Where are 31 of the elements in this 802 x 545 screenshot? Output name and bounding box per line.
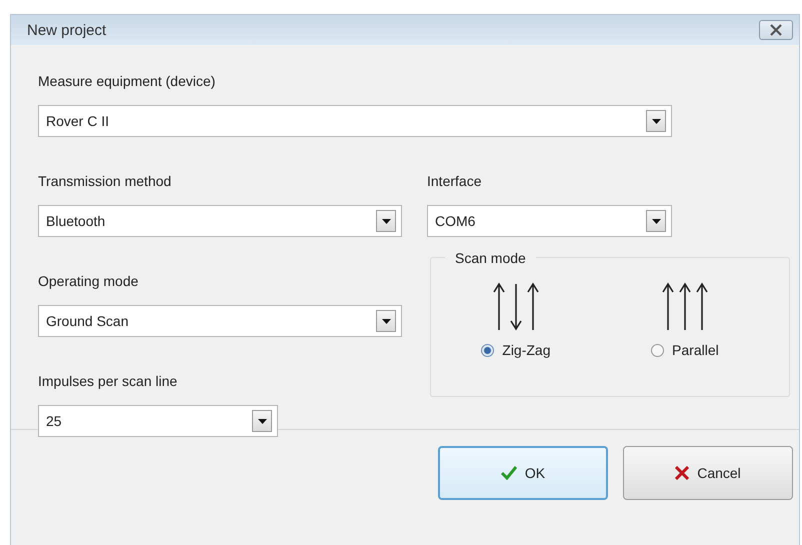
parallel-arrows-icon — [660, 282, 710, 332]
ok-button[interactable]: OK — [438, 446, 608, 500]
cancel-button[interactable]: Cancel — [623, 446, 793, 500]
field-label: Interface — [427, 172, 482, 191]
field-label: Impulses per scan line — [38, 372, 178, 391]
field-label: Operating mode — [38, 272, 140, 291]
scan-mode-radio[interactable]: Parallel — [651, 342, 719, 358]
scan-mode-radio[interactable]: Zig-Zag — [481, 342, 550, 358]
dropdown-button[interactable] — [646, 110, 666, 132]
cross-icon — [675, 466, 690, 480]
window-title: New project — [27, 22, 106, 38]
close-button[interactable] — [759, 20, 793, 40]
caret-icon — [652, 218, 660, 224]
transmission-dropdown[interactable]: Bluetooth — [38, 205, 402, 237]
check-icon — [500, 466, 517, 480]
caret-icon — [652, 118, 660, 124]
zigzag-arrows-icon — [490, 282, 541, 332]
caret-icon — [382, 318, 390, 324]
close-icon — [769, 24, 783, 36]
mode-dropdown[interactable]: Ground Scan — [38, 305, 402, 337]
field-label: Measure equipment (device) — [38, 72, 216, 91]
caret-icon — [258, 418, 266, 424]
dropdown-button[interactable] — [376, 210, 396, 232]
dropdown-button[interactable] — [376, 310, 396, 332]
field-label: Transmission method — [38, 172, 172, 191]
device-dropdown[interactable]: Rover C II — [38, 105, 672, 137]
interface-dropdown[interactable]: COM6 — [427, 205, 672, 237]
impulses-dropdown[interactable]: 25 — [38, 405, 278, 437]
dropdown-button[interactable] — [252, 410, 272, 432]
caret-icon — [382, 218, 390, 224]
dropdown-button[interactable] — [646, 210, 666, 232]
